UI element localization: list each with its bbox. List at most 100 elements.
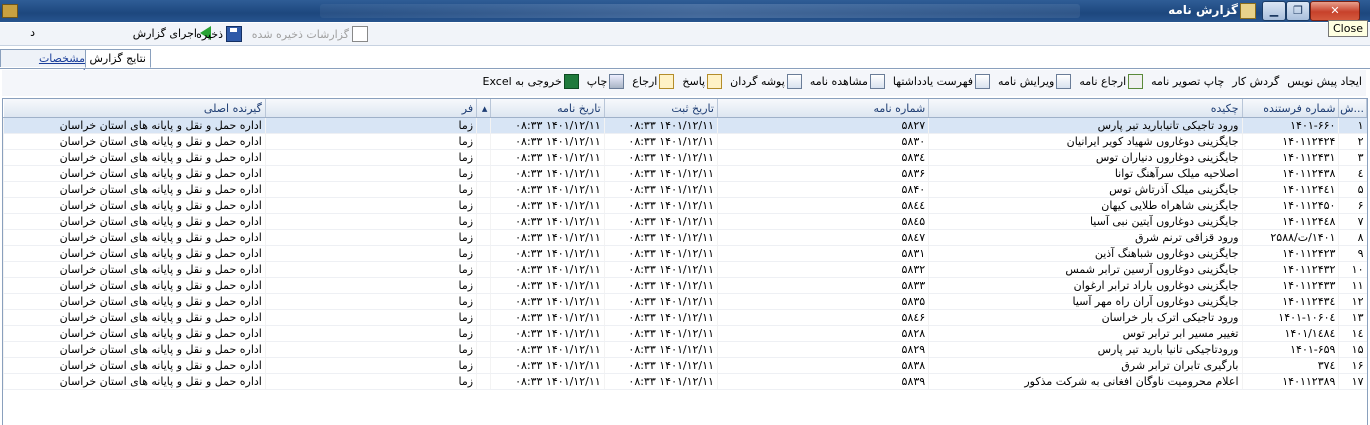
chart-icon: [786, 74, 802, 89]
table-row[interactable]: ۱۱ ۱۴۰۱۱۲۴۳۳ جایگزینی دوغاروں باراد ترابر …: [3, 277, 1367, 294]
action-button-9[interactable]: چاپ تصویر نامه: [1151, 75, 1224, 88]
table-cell-sender: ۱۴۰۱۱۲۴۳۳: [1241, 277, 1339, 294]
table-row[interactable]: ۷ ۱۴۰۱۱۲۴٤۸ جایگزینی دوغاروں آیتین نبی آسی…: [3, 213, 1367, 230]
table-row[interactable]: ۹ ۱۴۰۱۱۲۴۲۳ جایگزینی دوغاروں شباهنگ آذین ۵۸…: [3, 245, 1367, 262]
table-cell-fr: زما: [264, 117, 477, 134]
table-cell-spacer: [476, 245, 491, 262]
table-row[interactable]: ۱٤ ۱۴۰۱/۱٤۸٤ تغییر مسیر ابر ترابر توس ۵۸۲۸ ۱…: [3, 325, 1367, 342]
app-menu-icon[interactable]: [2, 4, 18, 18]
table-row[interactable]: ۱۷ ۱۴۰۱۱۲۳۸۹ اعلام محرومیت ناوگان افغانی ب…: [3, 373, 1367, 390]
table-cell-date: ۱۴۰۱/۱۲/۱۱ ۰۸:۳۳: [490, 293, 605, 310]
table-cell-date: ۱۴۰۱/۱۲/۱۱ ۰۸:۳۳: [490, 373, 605, 390]
column-header-3[interactable]: شماره نامه: [717, 99, 930, 118]
table-cell-recv: اداره حمل و نقل و پایانه های استان خراسا…: [3, 309, 266, 326]
column-header-1[interactable]: شماره فرستنده: [1242, 99, 1340, 118]
table-cell-n: ۱۷: [1338, 373, 1367, 390]
table-cell-n: ۱۰: [1338, 261, 1367, 278]
table-cell-recv: اداره حمل و نقل و پایانه های استان خراسا…: [3, 229, 266, 246]
column-header-4[interactable]: تاریخ ثبت: [604, 99, 718, 118]
maximize-button[interactable]: ❐: [1286, 1, 1310, 21]
table-row[interactable]: ۱۶ ۳۷٤ بارگیری تابران ترابر شرق ۵۸۳۸ ۱۴۰۱/۱۲…: [3, 357, 1367, 374]
table-cell-summary: اصلاحیه میلک سرآهنگ توانا: [928, 165, 1242, 182]
table-cell-spacer: [476, 117, 491, 134]
table-cell-summary: جایگزینی شاهراه طلایی کیهان: [928, 197, 1242, 214]
column-header-0[interactable]: ...ش: [1338, 99, 1367, 118]
column-header-5[interactable]: تاریخ نامه: [490, 99, 605, 118]
action-button-7[interactable]: ویرایش نامه: [998, 74, 1072, 89]
table-cell-letter: ۵۸۳۰: [716, 133, 929, 150]
table-cell-letter: ۵۸۳۸: [716, 357, 929, 374]
table-cell-sender: ۱۴۰۱۱۲۴۳۸: [1241, 165, 1339, 182]
table-cell-letter: ۵۸۲۹: [716, 341, 929, 358]
table-row[interactable]: ۸ ۱۴۰۱/ت/۲۵۸۸ ورود قزاقی ترنم شرق ۵۸٤۷ ۱۴۰۱/…: [3, 229, 1367, 246]
table-row[interactable]: ۳ ۱۴۰۱۱۲۴۳۱ جایگزینی دوغاروں دنیاران توس ۵۸…: [3, 149, 1367, 166]
table-cell-reg: ۱۴۰۱/۱۲/۱۱ ۰۸:۳۳: [603, 117, 718, 134]
main-toolbar: د اجرای گزارش ذخیره گزارشات ذخیره شده: [0, 23, 1370, 46]
table-cell-fr: زما: [264, 309, 477, 326]
action-button-6[interactable]: فهرست یادداشتها: [893, 74, 991, 89]
table-row[interactable]: ۱۲ ۱۴۰۱۱۲۴۳٤ جایگزینی دوغاروں آران راه مهر…: [3, 293, 1367, 310]
table-cell-n: ۵: [1338, 181, 1367, 198]
action-button-11[interactable]: ایجاد پیش نویس: [1287, 75, 1362, 88]
action-label: ارجاع: [632, 75, 658, 88]
saved-reports-button[interactable]: گزارشات ذخیره شده: [252, 26, 368, 42]
table-cell-spacer: [476, 149, 491, 166]
table-cell-recv: اداره حمل و نقل و پایانه های استان خراسا…: [3, 341, 266, 358]
tab-results[interactable]: نتایج گزارش: [84, 49, 151, 68]
table-cell-n: ۳: [1338, 149, 1367, 166]
action-button-1[interactable]: چاپ: [587, 74, 625, 89]
table-row[interactable]: ۶ ۱۴۰۱۱۲۴۵۰ جایگزینی شاهراه طلایی کیهان ۵۸٤…: [3, 197, 1367, 214]
table-cell-n: ۹: [1338, 245, 1367, 262]
action-button-4[interactable]: پوشه گردان: [730, 74, 802, 89]
minimize-button[interactable]: ▁: [1262, 1, 1286, 21]
printer-icon: [609, 74, 625, 89]
results-grid[interactable]: ...ش شماره فرستنده چکیده شماره نامه تاریخ ثب…: [2, 98, 1368, 425]
toolbar-partial-item[interactable]: د: [30, 26, 35, 39]
table-row[interactable]: ۵ ۱۴۰۱۱۲۴٤۱ جایگزینی میلک آذرتاش توس ۵۸۴۰ ۱۴…: [3, 181, 1367, 198]
table-cell-sender: ۱۴۰۱۱۲۳۸۹: [1241, 373, 1339, 390]
table-cell-fr: زما: [264, 341, 477, 358]
table-cell-fr: زما: [264, 261, 477, 278]
table-cell-n: ٤: [1338, 165, 1367, 182]
column-header-6[interactable]: ▴: [476, 99, 492, 118]
table-cell-date: ۱۴۰۱/۱۲/۱۱ ۰۸:۳۳: [490, 213, 605, 230]
mail-icon: [659, 74, 675, 89]
excel-icon: [563, 74, 579, 89]
partial-label: د: [30, 26, 35, 39]
table-row[interactable]: ۱۵ ۱۴۰۱-۶۵۹ ورودتاجیکی تانیا بارید تیر پار…: [3, 341, 1367, 358]
table-cell-spacer: [476, 373, 491, 390]
table-cell-date: ۱۴۰۱/۱۲/۱۱ ۰۸:۳۳: [490, 277, 605, 294]
action-button-10[interactable]: گردش کار: [1232, 75, 1279, 88]
table-row[interactable]: ۱۳ ۱۴۰۱-۱۰۶۰٤ ورود تاجیکی اترک بار خراسان ۵…: [3, 309, 1367, 326]
table-cell-reg: ۱۴۰۱/۱۲/۱۱ ۰۸:۳۳: [603, 341, 718, 358]
action-button-2[interactable]: ارجاع: [632, 74, 675, 89]
column-header-7[interactable]: فر: [265, 99, 478, 118]
action-label: ایجاد پیش نویس: [1287, 75, 1362, 88]
column-header-8[interactable]: گیرنده اصلی: [3, 99, 266, 118]
table-cell-sender: ۱۴۰۱/ت/۲۵۸۸: [1241, 229, 1339, 246]
table-cell-letter: ۵۸۲۸: [716, 325, 929, 342]
table-row[interactable]: ٤ ۱۴۰۱۱۲۴۳۸ اصلاحیه میلک سرآهنگ توانا ۵۸۳۶ ۱…: [3, 165, 1367, 182]
table-cell-spacer: [476, 197, 491, 214]
action-button-0[interactable]: خروجی به Excel: [483, 74, 579, 89]
action-button-8[interactable]: ارجاع نامه: [1079, 74, 1144, 89]
save-button[interactable]: ذخیره: [196, 26, 242, 42]
action-button-3[interactable]: پاسخ: [682, 74, 723, 89]
table-cell-recv: اداره حمل و نقل و پایانه های استان خراسا…: [3, 325, 266, 342]
column-header-2[interactable]: چکیده: [928, 99, 1243, 118]
table-cell-fr: زما: [264, 213, 477, 230]
table-cell-n: ۱۳: [1338, 309, 1367, 326]
table-cell-summary: بارگیری تابران ترابر شرق: [928, 357, 1242, 374]
table-cell-sender: ۱۴۰۱۱۲۴٤۸: [1241, 213, 1339, 230]
table-cell-summary: ورود تاجیکی تانیابارید تیر پارس: [928, 117, 1242, 134]
table-row[interactable]: ۱ ۱۴۰۱-۶۶۰ ورود تاجیکی تانیابارید تیر پارس…: [3, 117, 1367, 134]
action-button-5[interactable]: مشاهده نامه: [810, 74, 885, 89]
table-cell-sender: ۱۴۰۱-۶۶۰: [1241, 117, 1339, 134]
table-row[interactable]: ۱۰ ۱۴۰۱۱۲۴۳۲ جایگزینی دوغاروں آرسین ترابر …: [3, 261, 1367, 278]
action-label: ارجاع نامه: [1079, 75, 1127, 88]
table-cell-spacer: [476, 341, 491, 358]
table-cell-fr: زما: [264, 245, 477, 262]
tab-specs[interactable]: مشخصات گزارش: [0, 49, 90, 82]
close-button[interactable]: ✕: [1310, 1, 1360, 21]
table-row[interactable]: ۲ ۱۴۰۱۱۲۴۲۴ جایگزینی دوغاروں شهیاد کویر ای…: [3, 133, 1367, 150]
